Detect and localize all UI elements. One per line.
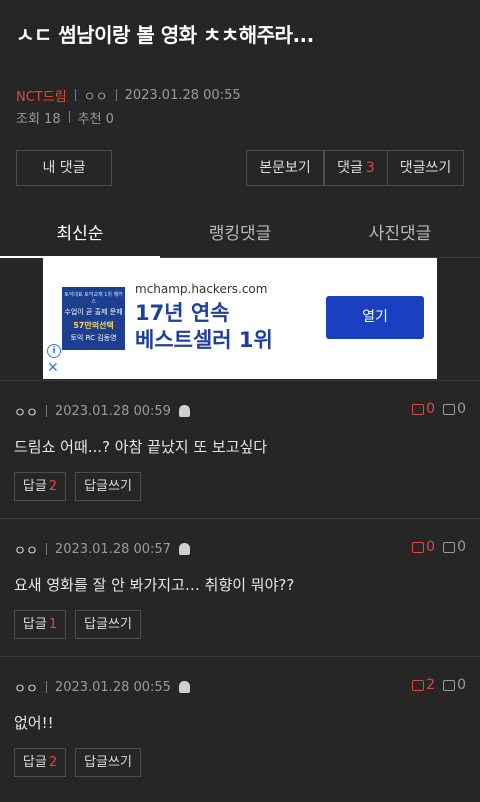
comment-item: ㅇㅇ 2023.01.28 00:55 2 0 없어!! 답글 2 답글쓰기	[0, 656, 480, 802]
thumbs-down-icon	[443, 679, 456, 691]
comment-item: ㅇㅇ 2023.01.28 00:57 0 0 요새 영화를 잘 안 봐가지고……	[0, 518, 480, 657]
post-meta: NCT드림 ㅇㅇ 2023.01.28 00:55	[16, 86, 464, 105]
comment-votes: 2 0	[412, 677, 466, 693]
ad-url[interactable]: mchamp.hackers.com	[135, 282, 267, 296]
downvote-count: 0	[457, 401, 466, 417]
ad-headline: 17년 연속 베스트셀러 1위	[135, 300, 273, 354]
reply-count: 2	[48, 479, 58, 494]
divider	[45, 543, 47, 555]
post-header: ㅅㄷ 썸남이랑 볼 영화 ㅊㅊ해주라... NCT드림 ㅇㅇ 2023.01.2…	[0, 0, 480, 127]
tab-photo[interactable]: 사진댓글	[320, 212, 480, 258]
divider	[74, 89, 76, 101]
write-reply-button[interactable]: 답글쓰기	[75, 610, 141, 639]
downvote-button[interactable]: 0	[443, 677, 466, 693]
ad-book-line1: 토익대표 토익교재 1위 해커스	[64, 292, 123, 305]
comment-text: 요새 영화를 잘 안 봐가지고… 취향이 뭐야??	[14, 576, 295, 594]
comment-meta: ㅇㅇ 2023.01.28 00:59	[14, 403, 190, 421]
divider	[45, 405, 47, 417]
post-author: ㅇㅇ	[83, 89, 108, 105]
reply-count: 2	[48, 755, 58, 770]
comment-votes: 0 0	[412, 401, 466, 417]
my-comments-label: 내 댓글	[42, 160, 86, 176]
comment-action-bar: 내 댓글 본문보기 댓글 3 댓글쓰기	[16, 150, 464, 186]
write-comment-button[interactable]: 댓글쓰기	[387, 150, 464, 186]
thumbs-up-icon	[412, 679, 425, 691]
upvote-button[interactable]: 2	[412, 677, 435, 693]
divider	[115, 89, 117, 101]
reply-button[interactable]: 답글 2	[14, 748, 66, 777]
tab-latest[interactable]: 최신순	[0, 212, 160, 258]
upvote-count: 0	[426, 539, 436, 555]
my-comments-button[interactable]: 내 댓글	[16, 150, 112, 186]
comments-label: 댓글	[337, 160, 363, 176]
post-datetime: 2023.01.28 00:55	[124, 87, 241, 103]
reply-label: 답글	[22, 617, 47, 632]
recommend-count: 추천 0	[77, 111, 114, 127]
upvote-button[interactable]: 0	[412, 401, 435, 417]
downvote-button[interactable]: 0	[443, 539, 466, 555]
comment-datetime: 2023.01.28 00:57	[54, 541, 171, 557]
comment-author: ㅇㅇ	[14, 681, 38, 697]
comment-votes: 0 0	[412, 539, 466, 555]
ad-info-icon[interactable]: i	[47, 344, 61, 358]
user-icon	[178, 405, 190, 417]
ad-book-image: 토익대표 토익교재 1위 해커스 수업이 곧 출제 문제 57만의선택 토익 R…	[62, 287, 125, 350]
board-link[interactable]: NCT드림	[16, 86, 67, 105]
reply-count: 1	[48, 617, 58, 632]
tab-ranking[interactable]: 랭킹댓글	[160, 212, 320, 258]
reply-label: 답글	[22, 479, 47, 494]
upvote-count: 2	[426, 677, 436, 693]
thumbs-down-icon	[443, 541, 456, 553]
thumbs-down-icon	[443, 403, 456, 415]
view-body-button[interactable]: 본문보기	[246, 150, 324, 186]
view-body-label: 본문보기	[259, 160, 311, 176]
comment-text: 없어!!	[14, 714, 54, 732]
thumbs-up-icon	[412, 541, 425, 553]
comment-author: ㅇㅇ	[14, 405, 38, 421]
comment-datetime: 2023.01.28 00:55	[54, 679, 171, 695]
user-icon	[178, 543, 190, 555]
comment-datetime: 2023.01.28 00:59	[54, 403, 171, 419]
thumbs-up-icon	[412, 403, 425, 415]
ad-book-line3: 57만의선택	[73, 321, 114, 330]
comment-text: 드림쇼 어때...? 아참 끝났지 또 보고싶다	[14, 438, 268, 456]
ad-headline-line1: 17년 연속	[135, 301, 230, 325]
comment-author: ㅇㅇ	[14, 543, 38, 559]
advertisement-banner[interactable]: 토익대표 토익교재 1위 해커스 수업이 곧 출제 문제 57만의선택 토익 R…	[43, 258, 437, 379]
downvote-count: 0	[457, 677, 466, 693]
ad-book-line4: 토익 RC 김동영	[70, 334, 117, 342]
downvote-button[interactable]: 0	[443, 401, 466, 417]
reply-button[interactable]: 답글 1	[14, 610, 66, 639]
ad-open-button[interactable]: 열기	[326, 296, 424, 339]
ad-close-icon[interactable]: ✕	[47, 360, 59, 376]
upvote-button[interactable]: 0	[412, 539, 435, 555]
comment-sort-tabs: 최신순 랭킹댓글 사진댓글	[0, 212, 480, 258]
post-stats: 조회 18 추천 0	[16, 108, 464, 127]
comments-button[interactable]: 댓글 3	[324, 150, 388, 186]
comment-meta: ㅇㅇ 2023.01.28 00:57	[14, 541, 190, 559]
divider	[45, 681, 47, 693]
user-icon	[178, 681, 190, 693]
write-reply-button[interactable]: 답글쓰기	[75, 748, 141, 777]
write-comment-label: 댓글쓰기	[399, 160, 452, 176]
reply-label: 답글	[22, 755, 47, 770]
comment-meta: ㅇㅇ 2023.01.28 00:55	[14, 679, 190, 697]
post-title: ㅅㄷ 썸남이랑 볼 영화 ㅊㅊ해주라...	[16, 23, 314, 47]
ad-headline-line2: 베스트셀러 1위	[135, 328, 273, 352]
reply-button[interactable]: 답글 2	[14, 472, 66, 501]
upvote-count: 0	[426, 401, 436, 417]
downvote-count: 0	[457, 539, 466, 555]
divider	[68, 111, 70, 123]
write-reply-button[interactable]: 답글쓰기	[75, 472, 141, 501]
comment-item: ㅇㅇ 2023.01.28 00:59 0 0 드림쇼 어때...? 아참 끝났…	[0, 380, 480, 519]
comments-count: 3	[365, 160, 375, 176]
ad-book-line2: 수업이 곧 출제 문제	[64, 308, 123, 316]
view-count: 조회 18	[16, 111, 61, 127]
